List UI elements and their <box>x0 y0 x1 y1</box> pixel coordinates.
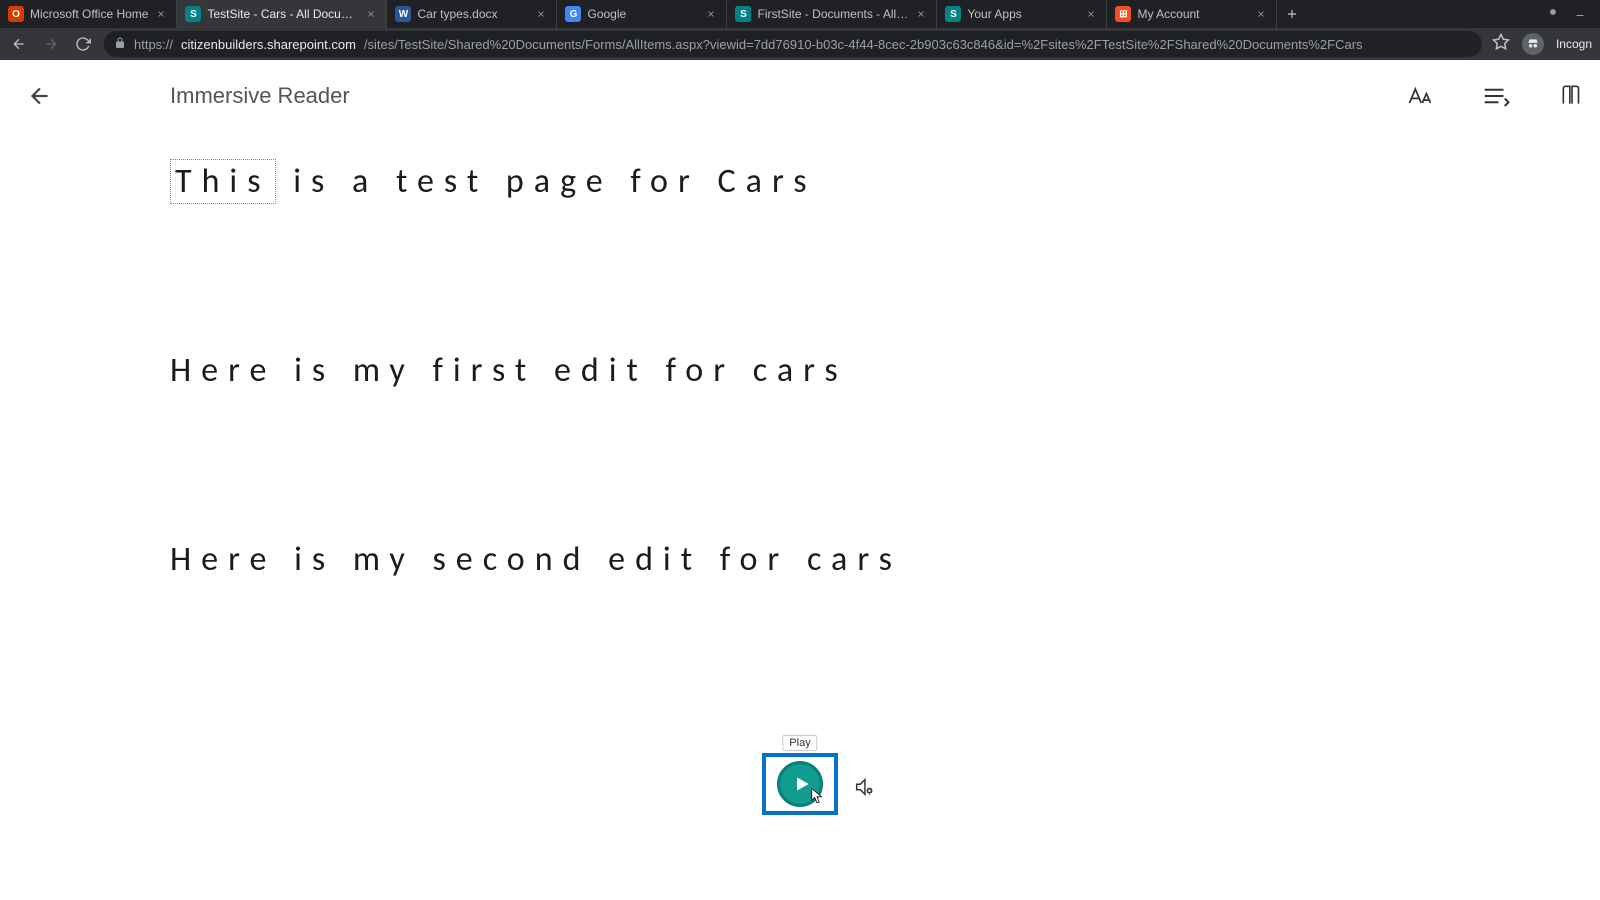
favicon: G <box>565 6 581 22</box>
favicon: S <box>735 6 751 22</box>
tab-title: Your Apps <box>967 7 1078 21</box>
play-button[interactable] <box>762 753 838 815</box>
reader-paragraph: This is a test page for Cars <box>170 162 1600 201</box>
browser-tab[interactable]: W Car types.docx <box>387 0 557 28</box>
tab-title: My Account <box>1137 7 1248 21</box>
reading-preferences-button[interactable] <box>1554 78 1590 114</box>
play-icon <box>777 761 823 807</box>
url-host: citizenbuilders.sharepoint.com <box>181 37 356 52</box>
url-scheme: https:// <box>134 37 173 52</box>
browser-address-bar: https:// citizenbuilders.sharepoint.com/s… <box>0 28 1600 60</box>
favicon: ⊞ <box>1115 6 1131 22</box>
bookmark-star-icon[interactable] <box>1492 33 1510 56</box>
reader-content: This is a test page for Cars Here is my f… <box>0 132 1600 579</box>
favicon: S <box>185 6 201 22</box>
tab-title: Car types.docx <box>417 7 528 21</box>
browser-tab[interactable]: S FirstSite - Documents - All Docu… <box>727 0 937 28</box>
exit-reader-button[interactable] <box>20 76 60 116</box>
browser-tab-strip: O Microsoft Office Home S TestSite - Car… <box>0 0 1600 28</box>
text-preferences-button[interactable] <box>1402 78 1438 114</box>
paragraph-text: is a test page for Cars <box>276 161 817 202</box>
close-icon[interactable] <box>914 7 928 21</box>
immersive-reader-toolbar: Immersive Reader <box>0 60 1600 132</box>
close-icon[interactable] <box>154 7 168 21</box>
favicon: O <box>8 6 24 22</box>
close-icon[interactable] <box>364 7 378 21</box>
nav-forward-button[interactable] <box>40 33 62 55</box>
url-input[interactable]: https:// citizenbuilders.sharepoint.com/s… <box>104 31 1482 57</box>
tab-title: Google <box>587 7 698 21</box>
close-icon[interactable] <box>704 7 718 21</box>
reader-paragraph: Here is my first edit for cars <box>170 351 1600 390</box>
reader-paragraph: Here is my second edit for cars <box>170 540 1600 579</box>
highlighted-word: This <box>170 159 276 204</box>
close-icon[interactable] <box>1254 7 1268 21</box>
voice-settings-button[interactable] <box>852 775 876 799</box>
extensions-icon[interactable] <box>1546 5 1560 24</box>
reader-title: Immersive Reader <box>170 83 350 109</box>
paragraph-text: Here is my first edit for cars <box>170 350 848 391</box>
playback-controls: Play <box>762 753 838 815</box>
new-tab-button[interactable] <box>1277 0 1307 28</box>
paragraph-text: Here is my second edit for cars <box>170 539 902 580</box>
favicon: W <box>395 6 411 22</box>
play-tooltip: Play <box>782 735 817 751</box>
nav-back-button[interactable] <box>8 33 30 55</box>
favicon: S <box>945 6 961 22</box>
minimize-icon[interactable] <box>1574 5 1586 23</box>
browser-tab[interactable]: ⊞ My Account <box>1107 0 1277 28</box>
browser-tab[interactable]: S TestSite - Cars - All Documents <box>177 0 387 28</box>
grammar-options-button[interactable] <box>1478 78 1514 114</box>
browser-tab[interactable]: S Your Apps <box>937 0 1107 28</box>
incognito-label: Incogn <box>1556 37 1592 51</box>
tab-title: Microsoft Office Home <box>30 7 148 21</box>
lock-icon <box>114 37 126 52</box>
tab-title: FirstSite - Documents - All Docu… <box>757 7 908 21</box>
browser-tab[interactable]: O Microsoft Office Home <box>0 0 177 28</box>
browser-tab[interactable]: G Google <box>557 0 727 28</box>
tab-title: TestSite - Cars - All Documents <box>207 7 358 21</box>
close-icon[interactable] <box>1084 7 1098 21</box>
url-path: /sites/TestSite/Shared%20Documents/Forms… <box>364 37 1363 52</box>
nav-reload-button[interactable] <box>72 33 94 55</box>
incognito-icon[interactable] <box>1522 33 1544 55</box>
close-icon[interactable] <box>534 7 548 21</box>
